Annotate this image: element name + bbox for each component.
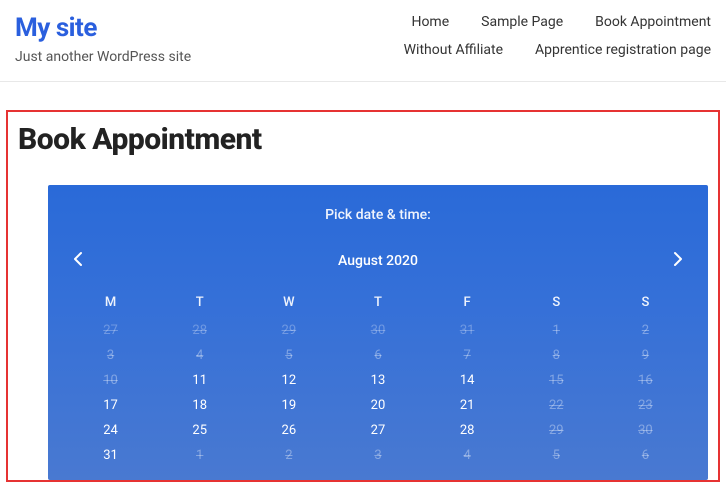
nav-item[interactable]: Book Appointment [595, 14, 711, 30]
calendar-day[interactable]: 28 [423, 418, 512, 443]
calendar-day: 1 [512, 318, 601, 343]
current-month-label: August 2020 [90, 253, 666, 269]
calendar-day[interactable]: 31 [66, 443, 155, 468]
day-of-week-header: T [333, 289, 422, 318]
day-of-week-header: F [423, 289, 512, 318]
appointment-calendar: Pick date & time: August 2020 MTWTFSS272… [48, 185, 708, 480]
chevron-left-icon [73, 251, 83, 271]
highlighted-region: Book Appointment Pick date & time: Augus… [6, 110, 720, 482]
primary-nav: Home Sample Page Book Appointment Without A… [291, 14, 711, 58]
calendar-day: 6 [601, 443, 690, 468]
calendar-day[interactable]: 27 [333, 418, 422, 443]
page-title: Book Appointment [18, 122, 718, 157]
brand-block: My site Just another WordPress site [15, 14, 191, 65]
calendar-day: 2 [244, 443, 333, 468]
calendar-day: 4 [423, 443, 512, 468]
calendar-day: 27 [66, 318, 155, 343]
calendar-day: 15 [512, 368, 601, 393]
site-title[interactable]: My site [15, 14, 191, 43]
nav-item[interactable]: Apprentice registration page [535, 42, 711, 58]
site-header: My site Just another WordPress site Home… [0, 0, 726, 82]
calendar-day[interactable]: 11 [155, 368, 244, 393]
day-of-week-header: M [66, 289, 155, 318]
nav-item[interactable]: Sample Page [481, 14, 563, 30]
calendar-day[interactable]: 24 [66, 418, 155, 443]
site-tagline: Just another WordPress site [15, 49, 191, 65]
day-of-week-header: S [512, 289, 601, 318]
calendar-day[interactable]: 20 [333, 393, 422, 418]
calendar-day: 28 [155, 318, 244, 343]
calendar-day: 16 [601, 368, 690, 393]
calendar-day: 5 [512, 443, 601, 468]
nav-item[interactable]: Home [411, 14, 449, 30]
calendar-day[interactable]: 18 [155, 393, 244, 418]
calendar-day: 30 [333, 318, 422, 343]
calendar-day: 1 [155, 443, 244, 468]
calendar-day: 8 [512, 343, 601, 368]
calendar-day: 23 [601, 393, 690, 418]
nav-item[interactable]: Without Affiliate [404, 42, 503, 58]
day-of-week-header: T [155, 289, 244, 318]
nav-row: Home Sample Page Book Appointment [411, 14, 711, 30]
calendar-prompt: Pick date & time: [66, 207, 690, 223]
calendar-day[interactable]: 26 [244, 418, 333, 443]
calendar-day: 29 [512, 418, 601, 443]
calendar-day[interactable]: 14 [423, 368, 512, 393]
calendar-day: 4 [155, 343, 244, 368]
calendar-day: 30 [601, 418, 690, 443]
next-month-button[interactable] [666, 249, 690, 273]
calendar-grid: MTWTFSS272829303112345678910111213141516… [66, 289, 690, 468]
calendar-day: 10 [66, 368, 155, 393]
calendar-day: 29 [244, 318, 333, 343]
calendar-day[interactable]: 17 [66, 393, 155, 418]
day-of-week-header: S [601, 289, 690, 318]
nav-row: Without Affiliate Apprentice registration… [404, 42, 711, 58]
calendar-day: 6 [333, 343, 422, 368]
chevron-right-icon [673, 251, 683, 271]
calendar-day: 5 [244, 343, 333, 368]
calendar-day: 22 [512, 393, 601, 418]
prev-month-button[interactable] [66, 249, 90, 273]
calendar-day: 3 [333, 443, 422, 468]
calendar-day[interactable]: 13 [333, 368, 422, 393]
calendar-day[interactable]: 19 [244, 393, 333, 418]
calendar-day: 31 [423, 318, 512, 343]
calendar-day[interactable]: 21 [423, 393, 512, 418]
calendar-day: 9 [601, 343, 690, 368]
calendar-day[interactable]: 12 [244, 368, 333, 393]
calendar-day: 7 [423, 343, 512, 368]
calendar-day: 3 [66, 343, 155, 368]
day-of-week-header: W [244, 289, 333, 318]
calendar-day: 2 [601, 318, 690, 343]
calendar-day[interactable]: 25 [155, 418, 244, 443]
month-navigation: August 2020 [66, 249, 690, 273]
